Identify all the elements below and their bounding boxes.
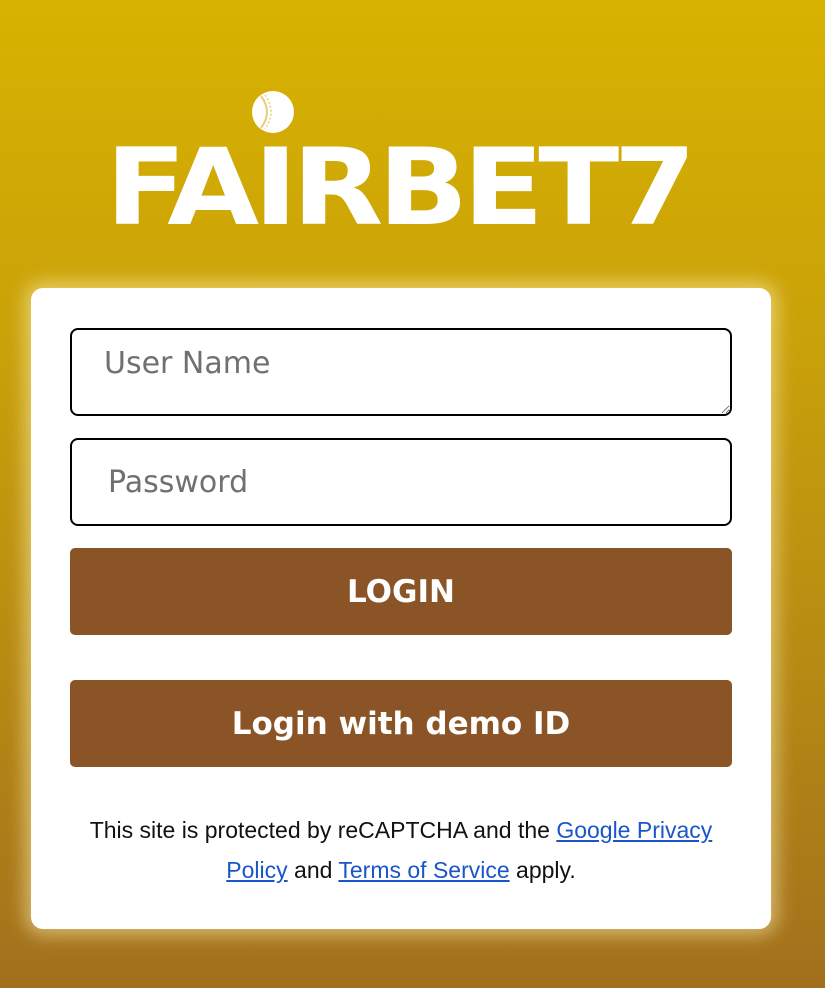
login-button[interactable]: LOGIN	[70, 548, 732, 635]
notice-prefix: This site is protected by reCAPTCHA and …	[89, 817, 550, 843]
username-input[interactable]	[70, 328, 732, 416]
recaptcha-notice: This site is protected by reCAPTCHA and …	[61, 810, 741, 890]
notice-suffix: apply.	[516, 857, 576, 883]
login-card: LOGIN Login with demo ID This site is pr…	[31, 288, 771, 929]
brand-logo: FAIRBET7	[97, 90, 699, 250]
terms-of-service-link[interactable]: Terms of Service	[338, 857, 509, 883]
logo-wordmark: FAIRBET7	[105, 126, 696, 249]
password-input[interactable]	[70, 438, 732, 526]
demo-login-button[interactable]: Login with demo ID	[70, 680, 732, 767]
notice-middle: and	[294, 857, 333, 883]
